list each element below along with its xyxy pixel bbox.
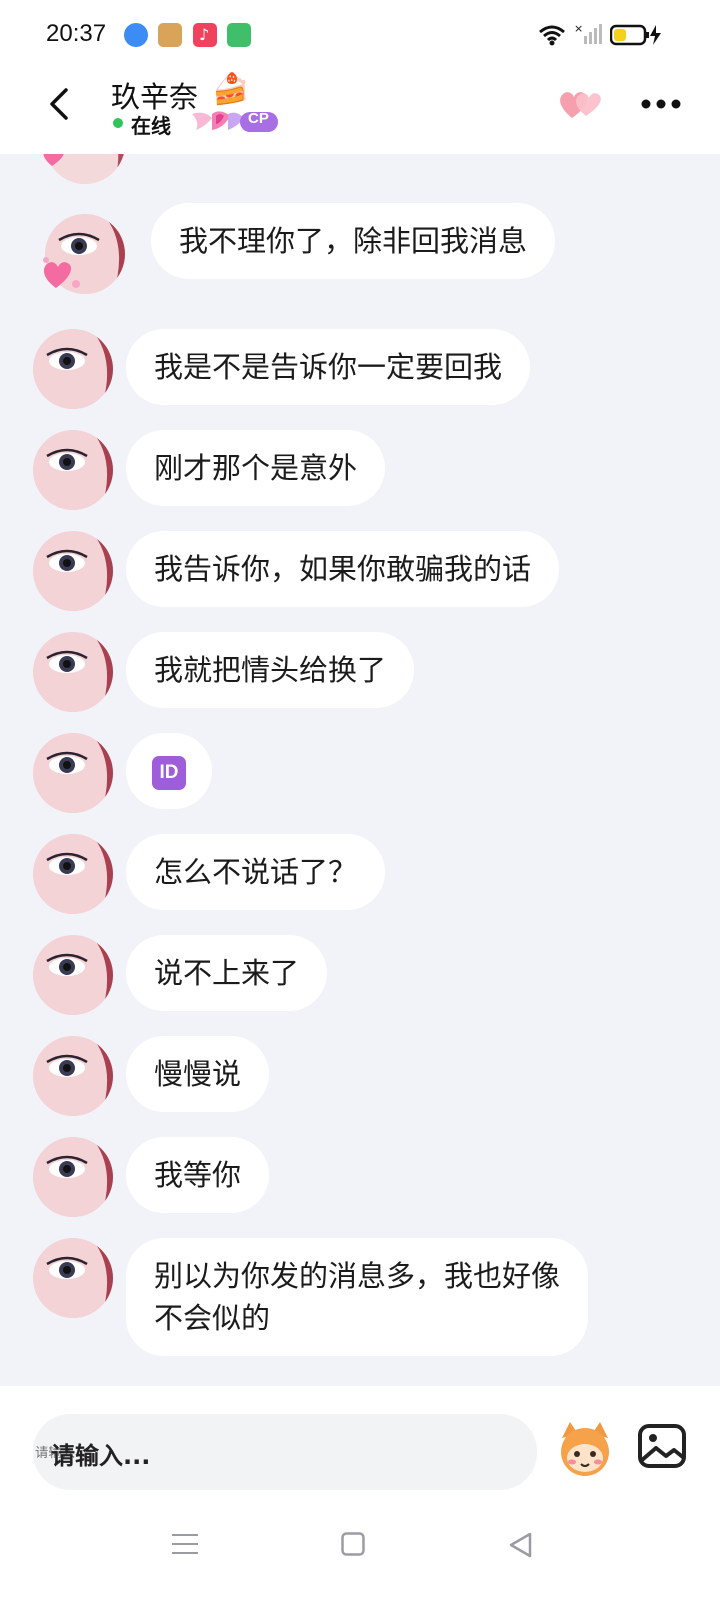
chat-header: 玖辛奈 🍰 在线 CP [0, 70, 720, 154]
message-text: 说不上来了 [154, 956, 300, 990]
message-bubble[interactable]: 刚才那个是意外 [126, 430, 386, 506]
message-bubble[interactable]: 我告诉你，如果你敢骗我的话 [126, 531, 560, 607]
menu-icon[interactable] [172, 1532, 198, 1556]
notification-app-icon-2 [158, 23, 182, 47]
heart-frame-decoration-icon [43, 154, 64, 166]
message-bubble[interactable]: 我等你 [126, 1137, 270, 1213]
message-text: 刚才那个是意外 [154, 451, 358, 485]
message-text: 我等你 [154, 1158, 242, 1192]
battery-icon [610, 24, 661, 46]
back-triangle-icon[interactable] [508, 1532, 534, 1558]
back-button[interactable] [40, 84, 80, 124]
contact-avatar[interactable] [33, 531, 113, 611]
cake-emoji: 🍰 [212, 72, 250, 107]
message-bubble[interactable]: 别以为你发的消息多，我也好像不会似的 [126, 1238, 588, 1356]
status-time: 20:37 [46, 20, 107, 47]
contact-avatar[interactable] [33, 1036, 113, 1116]
status-bar: 20:37 ♪ × [0, 0, 720, 70]
signal-icon: × [574, 22, 602, 44]
id-emoji-icon: ID [152, 756, 186, 790]
message-bubble[interactable]: 我不理你了，除非回我消息 [151, 203, 556, 279]
message-text: 慢慢说 [154, 1057, 242, 1091]
contact-avatar[interactable] [33, 430, 113, 510]
input-placeholder: 请输入... [51, 1442, 151, 1470]
message-text: 我就把情头给换了 [154, 653, 387, 687]
message-bubble[interactable]: 我就把情头给换了 [126, 632, 415, 708]
image-picker-icon[interactable] [636, 1420, 690, 1474]
more-dots-icon[interactable] [640, 98, 682, 110]
cp-badge-label: CP [248, 110, 269, 127]
notification-app-icon-1 [124, 23, 148, 47]
heart-frame-decoration-icon [43, 257, 80, 288]
contact-avatar[interactable] [33, 632, 113, 712]
contact-avatar[interactable] [33, 733, 113, 813]
double-heart-icon[interactable] [558, 86, 602, 122]
message-text: 我不理你了，除非回我消息 [179, 224, 528, 258]
cp-badge[interactable]: CP [190, 108, 282, 136]
contact-avatar[interactable] [33, 329, 113, 409]
online-indicator [113, 118, 123, 128]
wifi-icon [539, 25, 565, 46]
message-text: 我是不是告诉你一定要回我 [154, 350, 503, 384]
contact-avatar[interactable] [33, 834, 113, 914]
online-status: 在线 [131, 114, 171, 138]
home-square-icon[interactable] [341, 1532, 365, 1556]
emoji-mascot-icon[interactable] [554, 1418, 616, 1480]
message-bubble[interactable]: 说不上来了 [126, 935, 328, 1011]
contact-avatar[interactable] [33, 1137, 113, 1217]
message-text: 我告诉你，如果你敢骗我的话 [154, 552, 532, 586]
message-text: 怎么不说话了？ [154, 855, 358, 889]
message-bubble[interactable]: 怎么不说话了？ [126, 834, 386, 910]
contact-avatar[interactable] [33, 1238, 113, 1318]
contact-avatar[interactable] [33, 935, 113, 1015]
message-list[interactable]: 我不理你了，除非回我消息 我是不是告诉你一定要回我 刚才那个是意外 我告诉你，如… [0, 154, 720, 1386]
message-text: 别以为你发的消息多，我也好像不会似的 [154, 1259, 561, 1335]
message-bubble[interactable]: 我是不是告诉你一定要回我 [126, 329, 531, 405]
music-app-icon: ♪ [193, 23, 217, 47]
notification-app-icon-4 [227, 23, 251, 47]
svg-text:×: × [574, 22, 583, 35]
message-bubble[interactable]: ID [126, 733, 212, 809]
system-nav-bar [0, 1514, 720, 1600]
message-bubble[interactable]: 慢慢说 [126, 1036, 270, 1112]
